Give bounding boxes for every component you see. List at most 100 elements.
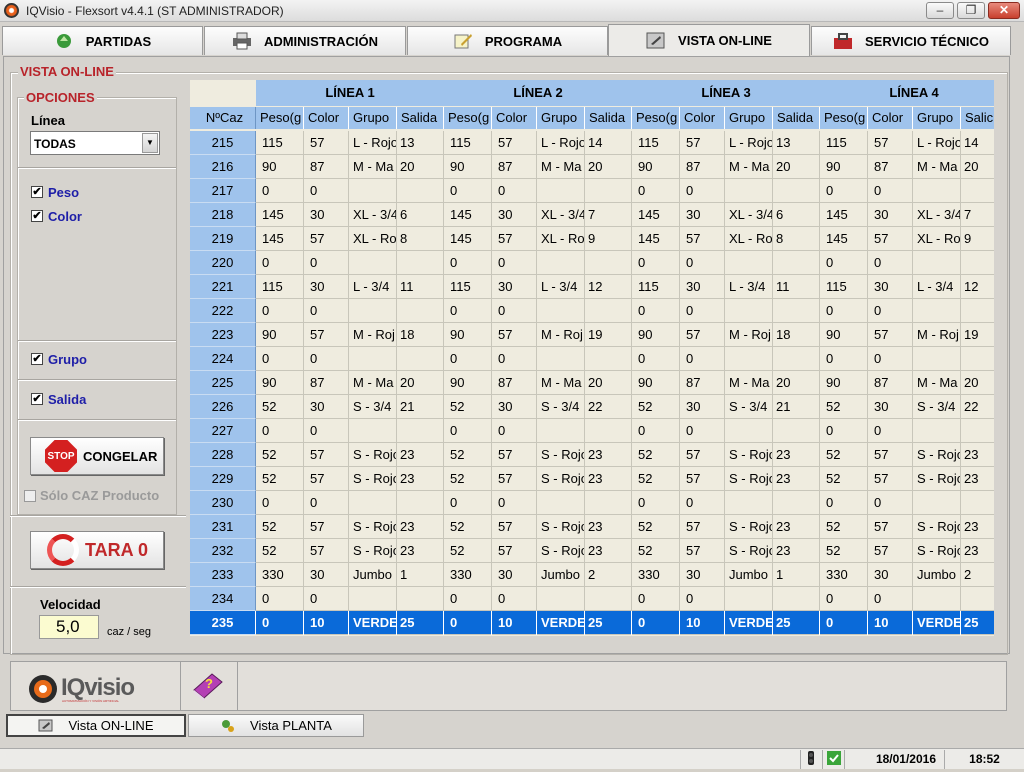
online-data-grid[interactable]: LÍNEA 1 LÍNEA 2 LÍNEA 3 LÍNEA 4 NºCaz Peso(g…	[190, 80, 994, 636]
salida-cell	[397, 347, 444, 371]
tab-vista-on-line[interactable]: VISTA ON-LINE	[608, 24, 810, 56]
salida-cell: 21	[397, 395, 444, 419]
table-row[interactable]: 231 52 57 S - Rojo 23 52 57 S - Rojo 23 52 57 S - R…	[190, 515, 994, 539]
table-row[interactable]: 215 115 57 L - Rojo 13 115 57 L - Rojo 14 115 57 L …	[190, 131, 994, 155]
network-ok-icon	[827, 751, 841, 765]
table-row[interactable]: 232 52 57 S - Rojo 23 52 57 S - Rojo 23 52 57 S - R…	[190, 539, 994, 563]
color-cell: 87	[868, 371, 913, 395]
peso-cell: 0	[632, 491, 680, 515]
table-row[interactable]: 218 145 30 XL - 3/4 6 145 30 XL - 3/4 7 145 30 XL -…	[190, 203, 994, 227]
salida-checkbox[interactable]: ✔	[31, 393, 43, 405]
tab-programa[interactable]: PROGRAMA	[407, 26, 608, 55]
tara-label: TARA 0	[85, 539, 148, 560]
peso-cell: 115	[632, 275, 680, 299]
congelar-button[interactable]: STOP CONGELAR	[30, 437, 164, 475]
table-row[interactable]: 225 90 87 M - Ma 20 90 87 M - Ma 20 90 87 M - Ma 20 9…	[190, 371, 994, 395]
peso-cell: 115	[444, 131, 492, 155]
table-row[interactable]: 216 90 87 M - Ma 20 90 87 M - Ma 20 90 87 M - Ma 20 9…	[190, 155, 994, 179]
chevron-down-icon[interactable]: ▼	[142, 133, 158, 153]
color-cell: 30	[868, 563, 913, 587]
table-row[interactable]: 226 52 30 S - 3/4 21 52 30 S - 3/4 22 52 30 S - 3/4…	[190, 395, 994, 419]
column-header[interactable]: Peso(g	[820, 107, 868, 129]
table-row[interactable]: 221 115 30 L - 3/4 11 115 30 L - 3/4 12 115 30 L - …	[190, 275, 994, 299]
grupo-cell	[349, 419, 397, 443]
peso-cell: 0	[820, 491, 868, 515]
table-row[interactable]: 227 0 0 0 0 0 0 0 0	[190, 419, 994, 443]
column-header[interactable]: Color	[680, 107, 725, 129]
bottom-panel	[10, 661, 1007, 711]
table-row[interactable]: 220 0 0 0 0 0 0 0 0	[190, 251, 994, 275]
salida-cell: 23	[961, 515, 994, 539]
nrcaz-cell: 230	[190, 491, 256, 515]
tab-servicio-tecnico[interactable]: SERVICIO TÉCNICO	[811, 26, 1011, 55]
color-cell: 30	[304, 563, 349, 587]
table-row[interactable]: 223 90 57 M - Roj 18 90 57 M - Roj 19 90 57 M - Roj…	[190, 323, 994, 347]
salida-cell: 11	[397, 275, 444, 299]
peso-cell: 52	[444, 515, 492, 539]
peso-cell: 0	[632, 611, 680, 635]
salida-cell	[585, 179, 632, 203]
column-header[interactable]: Salida	[773, 107, 820, 129]
tab-vista-on-line-bottom[interactable]: Vista ON-LINE	[6, 714, 186, 737]
color-cell: 57	[680, 323, 725, 347]
column-header[interactable]: Salic	[961, 107, 994, 129]
column-header[interactable]: Grupo	[349, 107, 397, 129]
tab-administracion[interactable]: ADMINISTRACIÓN	[204, 26, 406, 55]
column-header[interactable]: Peso(g	[256, 107, 304, 129]
help-book-button[interactable]: ?	[190, 668, 226, 704]
color-cell: 30	[304, 275, 349, 299]
column-header[interactable]: Color	[868, 107, 913, 129]
column-header[interactable]: Salida	[585, 107, 632, 129]
iqvisio-logo: IQvisio AUTOMATIZACIÓN Y VISIÓN ARTIFICI…	[28, 673, 140, 705]
linea-select[interactable]: TODAS ▼	[30, 131, 160, 155]
peso-checkbox[interactable]: ✔	[31, 186, 43, 198]
salida-cell: 23	[773, 539, 820, 563]
salida-cell: 20	[397, 155, 444, 179]
peso-cell: 52	[632, 443, 680, 467]
tab-partidas[interactable]: PARTIDAS	[2, 26, 203, 55]
grupo-cell: L - 3/4	[349, 275, 397, 299]
maximize-button[interactable]: ❐	[957, 2, 985, 19]
status-date: 18/01/2016	[844, 750, 944, 769]
column-header[interactable]: Salida	[397, 107, 444, 129]
column-header[interactable]: Grupo	[537, 107, 585, 129]
solo-caz-checkbox[interactable]	[24, 490, 36, 502]
column-header-nrcaz[interactable]: NºCaz	[190, 107, 256, 129]
color-cell: 87	[304, 371, 349, 395]
color-cell: 30	[868, 203, 913, 227]
table-row[interactable]: 224 0 0 0 0 0 0 0 0	[190, 347, 994, 371]
column-header[interactable]: Peso(g	[632, 107, 680, 129]
table-row[interactable]: 234 0 0 0 0 0 0 0 0	[190, 587, 994, 611]
table-row[interactable]: 230 0 0 0 0 0 0 0 0	[190, 491, 994, 515]
table-row[interactable]: 217 0 0 0 0 0 0 0 0	[190, 179, 994, 203]
color-cell: 57	[680, 467, 725, 491]
table-row[interactable]: 228 52 57 S - Rojo 23 52 57 S - Rojo 23 52 57 S - R…	[190, 443, 994, 467]
color-checkbox[interactable]: ✔	[31, 210, 43, 222]
column-header[interactable]: Color	[304, 107, 349, 129]
peso-cell: 52	[256, 443, 304, 467]
grupo-checkbox[interactable]: ✔	[31, 353, 43, 365]
table-row[interactable]: 222 0 0 0 0 0 0 0 0	[190, 299, 994, 323]
tab-vista-planta[interactable]: Vista PLANTA	[188, 714, 364, 737]
grupo-cell: VERDE	[725, 611, 773, 635]
table-row[interactable]: 233 330 30 Jumbo 1 330 30 Jumbo 2 330 30 Jumbo 1 330 3…	[190, 563, 994, 587]
salida-cell: 7	[961, 203, 994, 227]
minimize-button[interactable]: –	[926, 2, 954, 19]
column-header[interactable]: Grupo	[913, 107, 961, 129]
grupo-cell: L - 3/4	[537, 275, 585, 299]
table-row[interactable]: 229 52 57 S - Rojo 23 52 57 S - Rojo 23 52 57 S - R…	[190, 467, 994, 491]
peso-cell: 0	[632, 251, 680, 275]
close-button[interactable]: ✕	[988, 2, 1020, 19]
peso-cell: 52	[632, 395, 680, 419]
tara-button[interactable]: TARA 0	[30, 531, 164, 569]
column-header[interactable]: Peso(g	[444, 107, 492, 129]
column-header[interactable]: Color	[492, 107, 537, 129]
table-row[interactable]: 219 145 57 XL - Ro 8 145 57 XL - Ro 9 145 57 XL - R…	[190, 227, 994, 251]
peso-cell: 0	[632, 179, 680, 203]
column-header[interactable]: Grupo	[725, 107, 773, 129]
color-cell: 0	[304, 347, 349, 371]
color-cell: 30	[868, 395, 913, 419]
table-row[interactable]: 235 0 10 VERDE 25 0 10 VERDE 25 0 10 VERDE 25 0 10 VERD…	[190, 611, 994, 635]
salida-cell: 1	[773, 563, 820, 587]
salida-cell: 20	[397, 371, 444, 395]
